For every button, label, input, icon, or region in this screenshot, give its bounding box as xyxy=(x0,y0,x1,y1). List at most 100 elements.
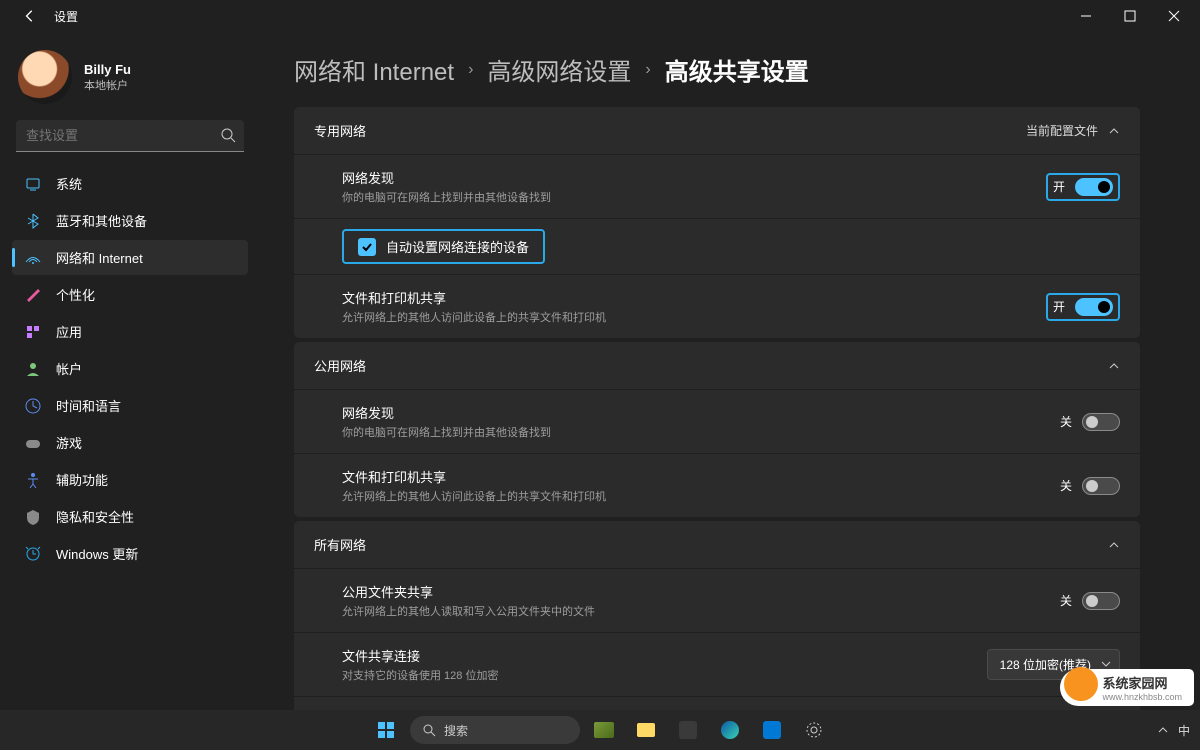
sidebar-item-label: 时间和语言 xyxy=(56,396,121,415)
chevron-right-icon: › xyxy=(645,61,650,79)
window-title: 设置 xyxy=(54,8,78,25)
sidebar-item-bluetooth[interactable]: 蓝牙和其他设备 xyxy=(12,203,248,238)
toggle-file-printer-sharing-public[interactable] xyxy=(1082,477,1120,495)
sidebar-item-personalization[interactable]: 个性化 xyxy=(12,277,248,312)
bluetooth-icon xyxy=(24,212,42,230)
sidebar-item-label: 应用 xyxy=(56,322,82,341)
section-header-public[interactable]: 公用网络 xyxy=(294,342,1140,389)
sidebar-item-system[interactable]: 系统 xyxy=(12,166,248,201)
maximize-button[interactable] xyxy=(1108,2,1152,30)
row-private-file-printer-sharing: 文件和打印机共享 允许网络上的其他人访问此设备上的共享文件和打印机 开 xyxy=(294,274,1140,338)
sidebar: Billy Fu 本地帐户 系统蓝牙和其他设备网络和 Internet 个性化应用… xyxy=(0,32,260,710)
sidebar-item-label: 游戏 xyxy=(56,433,82,452)
row-public-file-printer-sharing: 文件和打印机共享 允许网络上的其他人访问此设备上的共享文件和打印机 关 xyxy=(294,453,1140,517)
watermark-logo-icon xyxy=(1064,667,1098,701)
row-private-network-discovery: 网络发现 你的电脑可在网络上找到并由其他设备找到 开 xyxy=(294,154,1140,218)
toggle-public-folder-sharing[interactable] xyxy=(1082,592,1120,610)
titlebar: 设置 xyxy=(0,0,1200,32)
ime-indicator[interactable]: 中 xyxy=(1178,722,1190,739)
chevron-down-icon xyxy=(1101,659,1111,669)
sidebar-item-apps[interactable]: 应用 xyxy=(12,314,248,349)
account-type: 本地帐户 xyxy=(84,77,131,93)
section-all-networks: 所有网络 公用文件夹共享 允许网络上的其他人读取和写入公用文件夹中的文件 关 文… xyxy=(294,521,1140,710)
toggle-state-label: 关 xyxy=(1060,477,1072,494)
watermark: 系统家园网 www.hnzkhbsb.com xyxy=(1060,669,1194,706)
search-input[interactable] xyxy=(16,120,244,152)
sidebar-item-network[interactable]: 网络和 Internet xyxy=(12,240,248,275)
breadcrumb-mid[interactable]: 高级网络设置 xyxy=(487,52,631,87)
sidebar-item-label: 个性化 xyxy=(56,285,95,304)
search-icon xyxy=(422,723,436,737)
accounts-icon xyxy=(24,360,42,378)
checkbox-label: 自动设置网络连接的设备 xyxy=(386,237,529,256)
sidebar-item-accessibility[interactable]: 辅助功能 xyxy=(12,462,248,497)
sidebar-item-accounts[interactable]: 帐户 xyxy=(12,351,248,386)
tray-chevron-icon[interactable] xyxy=(1158,725,1168,735)
start-button[interactable] xyxy=(368,715,404,745)
sidebar-item-label: 系统 xyxy=(56,174,82,193)
sidebar-item-label: 帐户 xyxy=(56,359,82,378)
toggle-state-label: 关 xyxy=(1060,413,1072,430)
sidebar-item-label: 隐私和安全性 xyxy=(56,507,134,526)
avatar xyxy=(18,50,72,104)
row-password-protected-sharing: 密码保护的共享 只有在此电脑上拥有用户帐户和密码的人员才能访问共享文件、打印机和… xyxy=(294,696,1140,710)
row-file-sharing-connection: 文件共享连接 对支持它的设备使用 128 位加密 128 位加密(推荐) xyxy=(294,632,1140,696)
apps-icon xyxy=(24,323,42,341)
sidebar-item-label: 蓝牙和其他设备 xyxy=(56,211,147,230)
toggle-state-label: 开 xyxy=(1053,178,1065,195)
nav-list: 系统蓝牙和其他设备网络和 Internet 个性化应用帐户时间和语言游戏辅助功能隐… xyxy=(12,166,248,571)
sidebar-item-label: Windows 更新 xyxy=(56,544,138,563)
section-header-private[interactable]: 专用网络 当前配置文件 xyxy=(294,107,1140,154)
time_language-icon xyxy=(24,397,42,415)
user-profile[interactable]: Billy Fu 本地帐户 xyxy=(12,42,248,120)
sidebar-item-windows_update[interactable]: Windows 更新 xyxy=(12,536,248,571)
checkbox-auto-setup[interactable] xyxy=(358,238,376,256)
toggle-network-discovery-public[interactable] xyxy=(1082,413,1120,431)
sidebar-item-label: 辅助功能 xyxy=(56,470,108,489)
section-public-network: 公用网络 网络发现 你的电脑可在网络上找到并由其他设备找到 关 文件和打印机共享… xyxy=(294,342,1140,517)
breadcrumb: 网络和 Internet › 高级网络设置 › 高级共享设置 xyxy=(294,52,1140,87)
chevron-up-icon xyxy=(1108,360,1120,372)
taskbar-search[interactable]: 搜索 xyxy=(410,716,580,744)
gaming-icon xyxy=(24,434,42,452)
breadcrumb-root[interactable]: 网络和 Internet xyxy=(294,52,454,87)
toggle-network-discovery-private[interactable] xyxy=(1075,178,1113,196)
sidebar-item-privacy[interactable]: 隐私和安全性 xyxy=(12,499,248,534)
search-container xyxy=(16,120,244,152)
section-private-network: 专用网络 当前配置文件 网络发现 你的电脑可在网络上找到并由其他设备找到 开 自… xyxy=(294,107,1140,338)
taskbar-edge[interactable] xyxy=(712,715,748,745)
chevron-up-icon xyxy=(1108,125,1120,137)
section-header-all[interactable]: 所有网络 xyxy=(294,521,1140,568)
taskbar-app-2[interactable] xyxy=(670,715,706,745)
sidebar-item-time_language[interactable]: 时间和语言 xyxy=(12,388,248,423)
accessibility-icon xyxy=(24,471,42,489)
sidebar-item-label: 网络和 Internet xyxy=(56,248,143,267)
taskbar: 搜索 中 xyxy=(0,710,1200,750)
toggle-file-printer-sharing-private[interactable] xyxy=(1075,298,1113,316)
toggle-state-label: 开 xyxy=(1053,298,1065,315)
main-content: 网络和 Internet › 高级网络设置 › 高级共享设置 专用网络 当前配置… xyxy=(260,32,1200,710)
chevron-up-icon xyxy=(1108,539,1120,551)
breadcrumb-current: 高级共享设置 xyxy=(665,52,809,87)
network-icon xyxy=(24,249,42,267)
sidebar-item-gaming[interactable]: 游戏 xyxy=(12,425,248,460)
close-button[interactable] xyxy=(1152,2,1196,30)
system-icon xyxy=(24,175,42,193)
minimize-button[interactable] xyxy=(1064,2,1108,30)
taskbar-settings[interactable] xyxy=(796,715,832,745)
row-auto-setup: 自动设置网络连接的设备 xyxy=(294,218,1140,274)
chevron-right-icon: › xyxy=(468,61,473,79)
taskbar-store[interactable] xyxy=(754,715,790,745)
row-public-folder-sharing: 公用文件夹共享 允许网络上的其他人读取和写入公用文件夹中的文件 关 xyxy=(294,568,1140,632)
taskbar-app-1[interactable] xyxy=(586,715,622,745)
toggle-state-label: 关 xyxy=(1060,592,1072,609)
row-public-network-discovery: 网络发现 你的电脑可在网络上找到并由其他设备找到 关 xyxy=(294,389,1140,453)
current-profile-badge: 当前配置文件 xyxy=(1026,122,1098,139)
privacy-icon xyxy=(24,508,42,526)
back-button[interactable] xyxy=(18,4,42,28)
user-name: Billy Fu xyxy=(84,62,131,77)
gear-icon xyxy=(805,721,823,739)
search-icon xyxy=(220,127,236,143)
personalization-icon xyxy=(24,286,42,304)
taskbar-explorer[interactable] xyxy=(628,715,664,745)
